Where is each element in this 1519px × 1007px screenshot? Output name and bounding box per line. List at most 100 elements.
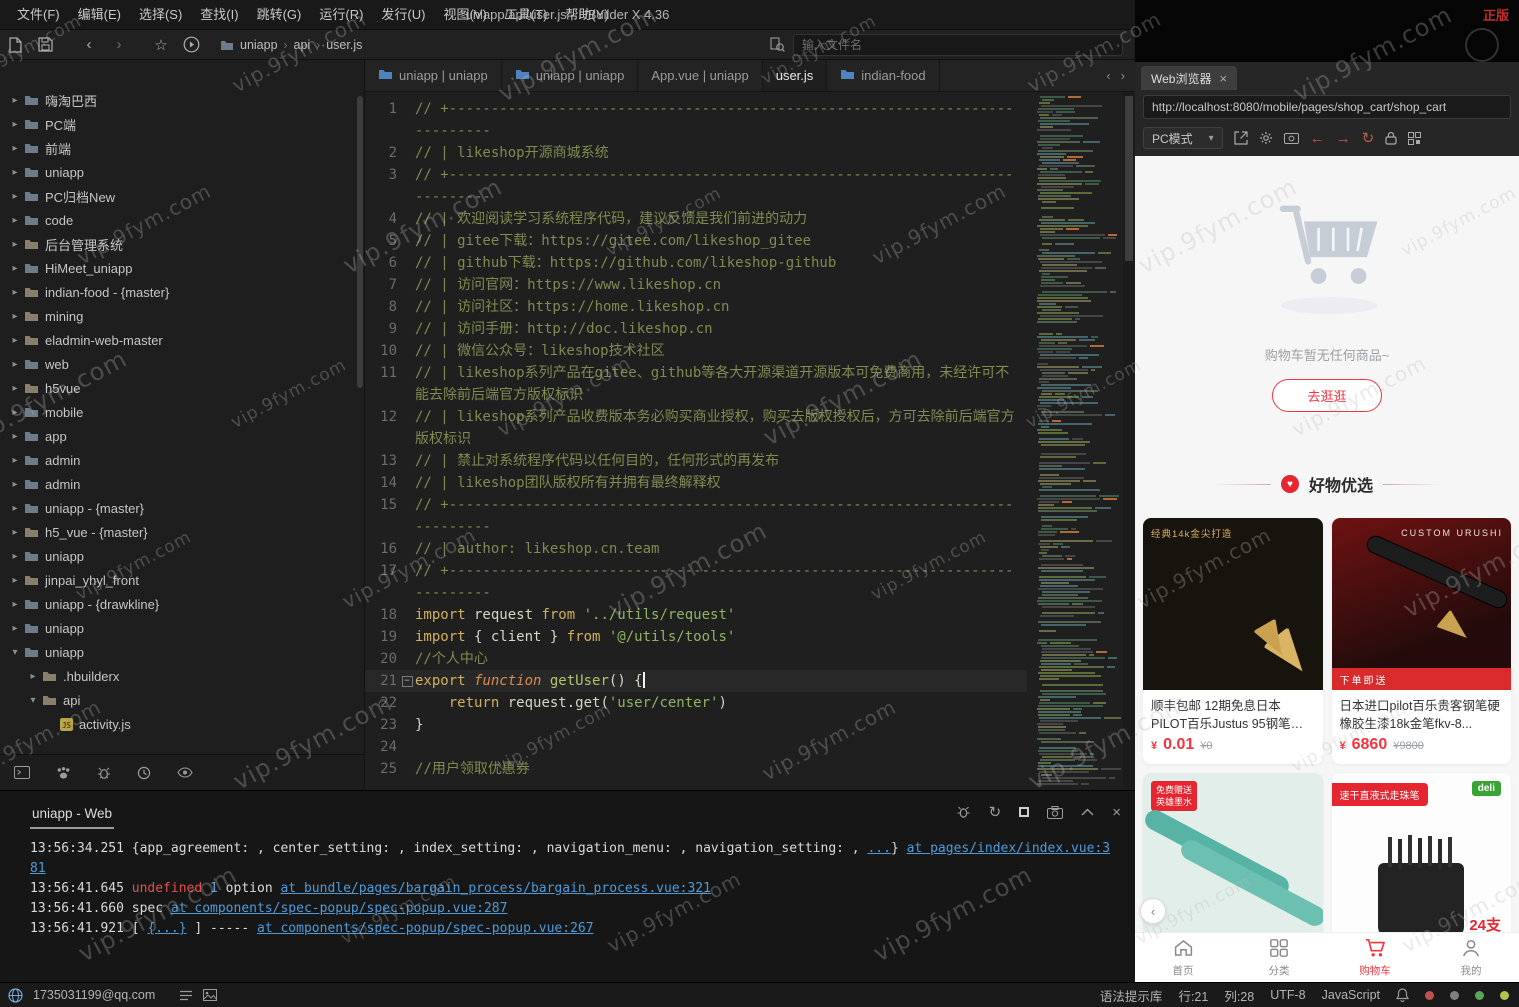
tree-item[interactable]: ▾ uniapp: [0, 640, 356, 664]
code-line[interactable]: 5 // | gitee下载：https://gitee.com/likeshop…: [365, 230, 1027, 252]
tree-item[interactable]: ▸ h5_vue - {master}: [0, 520, 356, 544]
qr-code-icon[interactable]: [1408, 131, 1422, 145]
screenshot-icon[interactable]: [1047, 805, 1064, 819]
product-card[interactable]: CUSTOM URUSHI 下单即送 日本进口pilot百乐贵客钢笔硬橡胶生漆18k…: [1331, 518, 1511, 764]
editor-tab[interactable]: uniapp | uniapp: [365, 60, 502, 91]
code-line[interactable]: 3 // +-----------------------------------…: [365, 164, 1027, 208]
new-file-button[interactable]: [0, 30, 30, 60]
browser-refresh-button[interactable]: ↻: [1362, 129, 1375, 147]
breadcrumb-item[interactable]: uniapp: [240, 38, 278, 52]
editor-tab[interactable]: uniapp | uniapp: [501, 60, 639, 91]
nav-item-home[interactable]: 首页: [1135, 933, 1231, 982]
capture-icon[interactable]: [1283, 132, 1299, 144]
code-line[interactable]: 21− export function getUser() {: [365, 670, 1027, 692]
code-line[interactable]: 8 // | 访问社区：https://home.likeshop.cn: [365, 296, 1027, 318]
code-line[interactable]: 10 // | 微信公众号：likeshop技术社区: [365, 340, 1027, 362]
run-button[interactable]: [176, 30, 206, 60]
menu-item[interactable]: 文件(F): [8, 0, 69, 30]
editor-tab[interactable]: App.vue | uniapp: [638, 60, 763, 91]
console-source-link[interactable]: at components/spec-popup/spec-popup.vue:…: [257, 921, 594, 936]
restart-icon[interactable]: ↻: [989, 803, 1002, 821]
code-line[interactable]: 19 import { client } from '@/utils/tools': [365, 626, 1027, 648]
nav-forward-button[interactable]: ›: [104, 30, 134, 60]
code-line[interactable]: 12 // | likeshop系列产品收费版本务必购买商业授权，购买去版权授权后…: [365, 406, 1027, 450]
breadcrumb-item[interactable]: user.js: [326, 38, 362, 52]
go-shopping-button[interactable]: 去逛逛: [1272, 379, 1382, 412]
nav-item-user[interactable]: 我的: [1423, 933, 1519, 982]
menu-item[interactable]: 发行(U): [372, 0, 434, 30]
goto-file-input[interactable]: [793, 33, 1123, 56]
preview-eye-icon[interactable]: [177, 767, 193, 778]
line-indicator[interactable]: 行:21: [1178, 986, 1208, 1005]
console-source-link[interactable]: ...: [867, 841, 890, 856]
code-line[interactable]: 13 // | 禁止对系统程序代码以任何目的，任何形式的再发布: [365, 450, 1027, 472]
browser-tab[interactable]: Web浏览器 ×: [1141, 66, 1238, 90]
fold-toggle-icon[interactable]: −: [401, 675, 413, 687]
menu-item[interactable]: 选择(S): [130, 0, 191, 30]
tree-item[interactable]: ▸ 后台管理系统: [0, 232, 356, 256]
code-line[interactable]: 1 // +-----------------------------------…: [365, 98, 1027, 142]
tree-item[interactable]: ▸ indian-food - {master}: [0, 280, 356, 304]
code-line[interactable]: 2 // | likeshop开源商城系统: [365, 142, 1027, 164]
tree-item[interactable]: ▸ app: [0, 424, 356, 448]
save-button[interactable]: [30, 30, 60, 60]
tree-item[interactable]: ▸ admin: [0, 472, 356, 496]
encoding-indicator[interactable]: UTF-8: [1270, 988, 1305, 1002]
tree-item[interactable]: ▸ code: [0, 208, 356, 232]
device-mode-select[interactable]: PC模式 ▾: [1143, 127, 1223, 149]
tree-item[interactable]: ▸ mining: [0, 304, 356, 328]
debug-icon[interactable]: [97, 766, 111, 780]
tree-item[interactable]: ▸ h5vue: [0, 376, 356, 400]
collapse-panel-icon[interactable]: [1081, 808, 1094, 816]
nav-back-button[interactable]: ‹: [74, 30, 104, 60]
code-editor[interactable]: 1 // +-----------------------------------…: [365, 92, 1135, 790]
menu-item[interactable]: 跳转(G): [248, 0, 311, 30]
console-source-link[interactable]: {...}: [147, 921, 186, 936]
settings-gear-icon[interactable]: [1259, 131, 1273, 145]
tree-item[interactable]: ▸ 前端: [0, 136, 356, 160]
minimap[interactable]: [1037, 96, 1121, 786]
code-line[interactable]: 16 // | author: likeshop.cn.team: [365, 538, 1027, 560]
tree-item[interactable]: ▸ PC端: [0, 112, 356, 136]
tree-item[interactable]: ▸ uniapp: [0, 616, 356, 640]
console-toggle-icon[interactable]: [14, 766, 30, 779]
syntax-lib-label[interactable]: 语法提示库: [1100, 986, 1163, 1005]
history-icon[interactable]: [137, 766, 151, 780]
product-card[interactable]: 经典14k金尖打造顺丰包邮 12期免息日本PILOT百乐Justus 95钢笔1…: [1143, 518, 1323, 764]
menu-item[interactable]: 帮助(Y): [556, 0, 617, 30]
nav-item-grid[interactable]: 分类: [1231, 933, 1327, 982]
code-line[interactable]: 18 import request from '../utils/request': [365, 604, 1027, 626]
tree-item[interactable]: JS activity.js: [0, 712, 356, 736]
tree-item[interactable]: ▸ HiMeet_uniapp: [0, 256, 356, 280]
bookmark-button[interactable]: ☆: [146, 30, 176, 60]
code-line[interactable]: 14 // | likeshop团队版权所有并拥有最终解释权: [365, 472, 1027, 494]
tree-item[interactable]: ▸ web: [0, 352, 356, 376]
bell-icon[interactable]: [1396, 988, 1409, 1002]
language-indicator[interactable]: JavaScript: [1322, 988, 1380, 1002]
code-line[interactable]: 20 //个人中心: [365, 648, 1027, 670]
paw-icon[interactable]: [56, 766, 71, 780]
menu-item[interactable]: 编辑(E): [69, 0, 130, 30]
console-source-link[interactable]: at components/spec-popup/spec-popup.vue:…: [171, 901, 508, 916]
tree-item[interactable]: ▸ admin: [0, 448, 356, 472]
code-line[interactable]: 24: [365, 736, 1027, 758]
tree-item[interactable]: ▸ uniapp: [0, 544, 356, 568]
code-line[interactable]: 6 // | github下载：https://github.com/likesh…: [365, 252, 1027, 274]
menu-item[interactable]: 运行(R): [310, 0, 372, 30]
tree-item[interactable]: ▸ .hbuilderx: [0, 664, 356, 688]
debug-console-icon[interactable]: [956, 805, 971, 819]
product-card[interactable]: 速干直液式走珠笔 deli 24支: [1331, 773, 1511, 945]
tree-item[interactable]: ▸ jinpai_yhyl_front: [0, 568, 356, 592]
tree-item[interactable]: ▸ mobile: [0, 400, 356, 424]
tree-item[interactable]: ▸ uniapp: [0, 160, 356, 184]
code-line[interactable]: 22 return request.get('user/center'): [365, 692, 1027, 714]
code-line[interactable]: 7 // | 访问官网：https://www.likeshop.cn: [365, 274, 1027, 296]
open-external-icon[interactable]: [1234, 131, 1248, 145]
code-line[interactable]: 23}: [365, 714, 1027, 736]
account-globe-icon[interactable]: [8, 987, 23, 1003]
code-line[interactable]: 11 // | likeshop系列产品在gitee、github等各大开源渠道开…: [365, 362, 1027, 406]
lock-icon[interactable]: [1385, 131, 1397, 145]
code-line[interactable]: 4 // | 欢迎阅读学习系统程序代码，建议反馈是我们前进的动力: [365, 208, 1027, 230]
console-tab[interactable]: uniapp - Web: [30, 796, 115, 829]
browser-forward-button[interactable]: →: [1336, 130, 1351, 147]
